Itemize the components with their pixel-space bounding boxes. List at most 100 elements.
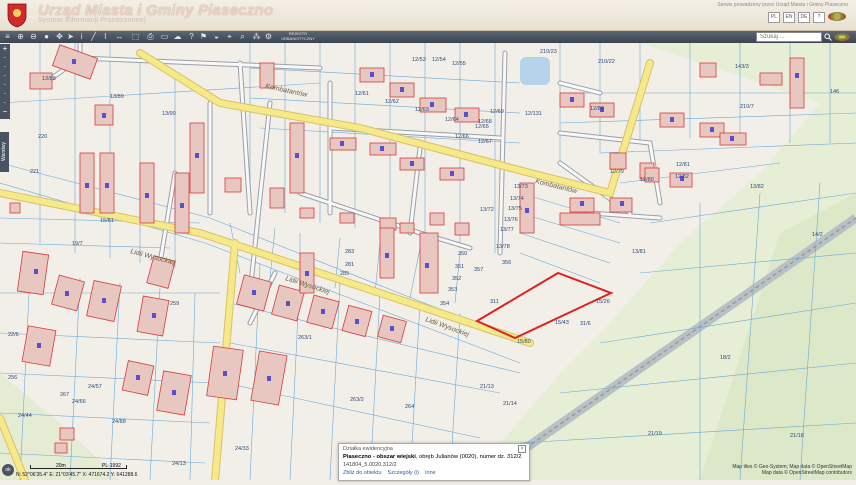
parcel-label: 12/80: [640, 177, 654, 183]
parcel-label: 143/3: [735, 64, 749, 70]
parcel-label: 21/14: [503, 401, 517, 407]
parcel-label: 24/44: [18, 413, 32, 419]
parcel-label: 256: [8, 375, 17, 381]
search-input[interactable]: [756, 32, 822, 42]
overview-map-icon[interactable]: ok: [2, 464, 14, 476]
parcel-label: 259: [170, 301, 179, 307]
parcel-label: 12/54: [432, 57, 446, 63]
parcel-label: 22/6: [8, 332, 19, 338]
parcel-label: 12/88: [590, 106, 604, 112]
parcel-label: 221: [30, 169, 39, 175]
parcel-label: 352: [452, 276, 461, 282]
pan-icon[interactable]: ✥: [55, 32, 64, 41]
map-canvas[interactable]: Kombatantów Lidii Wysockiej Lidii Wysock…: [0, 40, 856, 484]
zoom-minus-icon[interactable]: −: [0, 107, 10, 116]
help-icon[interactable]: ?: [813, 12, 825, 23]
zoom-tool-icon[interactable]: ⌕: [238, 32, 247, 41]
status-bar: ok 20m PL-1992 N: 52°06'35.4" E: 21°03'4…: [0, 462, 330, 480]
parcel-label: 15/43: [555, 320, 569, 326]
close-icon[interactable]: ×: [518, 445, 526, 453]
zoom-level-6[interactable]: ·: [0, 98, 10, 107]
lang-en-icon[interactable]: EN: [783, 12, 795, 23]
pointer-icon[interactable]: ➤: [66, 32, 75, 41]
zoom-out-icon[interactable]: ⊖: [29, 32, 38, 41]
popup-heading: Działka ewidencyjna: [343, 446, 393, 452]
parcel-label: 13/77: [500, 227, 514, 233]
zoom-to-object-link[interactable]: Zbliż do obiektu: [343, 470, 382, 476]
stamp-icon[interactable]: ◒: [212, 32, 221, 41]
parcel-label: 12/55: [452, 61, 466, 67]
parcel-label: 15/26: [596, 299, 610, 305]
parcel-label: 285: [340, 271, 349, 277]
parcel-label: 12/63: [415, 107, 429, 113]
help-tool-icon[interactable]: ?: [187, 32, 196, 41]
parcel-label: 281: [345, 262, 354, 268]
parcel-label: 15/80: [517, 339, 531, 345]
parcel-label: 311: [490, 299, 499, 305]
app-subtitle: System Informacji Przestrzennej: [38, 17, 146, 24]
share-icon[interactable]: ⁂: [252, 32, 261, 41]
bookmark-icon[interactable]: ⚑: [199, 32, 208, 41]
scale-label: 20m: [56, 463, 66, 469]
globe-icon: [828, 12, 846, 21]
lang-de-icon[interactable]: DE: [798, 12, 810, 23]
parcel-label: 12/66: [455, 134, 469, 140]
parcel-label: 13/75: [508, 206, 522, 212]
measure-line-icon[interactable]: ╱: [89, 32, 98, 41]
parcel-label: 24/88: [112, 419, 126, 425]
popup-area: Piaseczno - obszar wiejski: [343, 454, 416, 460]
zoom-level-2[interactable]: ·: [0, 62, 10, 71]
layers-panel-tab[interactable]: Warstwy: [0, 132, 9, 172]
zoom-level-1[interactable]: ·: [0, 53, 10, 62]
zoom-plus-icon[interactable]: +: [0, 44, 10, 53]
parcel-label: 357: [474, 267, 483, 273]
projection-select[interactable]: PL-1992: [102, 463, 121, 469]
lang-pl-icon[interactable]: PL: [768, 12, 780, 23]
other-link[interactable]: Inne: [425, 470, 436, 476]
arrows-icon[interactable]: ↔: [115, 32, 124, 41]
cloud-icon[interactable]: ☁: [173, 32, 182, 41]
zoom-level-5[interactable]: ·: [0, 89, 10, 98]
folder-icon[interactable]: ▭: [160, 32, 169, 41]
layers-icon[interactable]: ≡: [3, 32, 12, 41]
parcel-label: 283: [345, 249, 354, 255]
globe-extent-icon[interactable]: ●: [42, 32, 51, 41]
gps-icon[interactable]: ⌖: [225, 32, 234, 41]
parcel-label: 13/73: [514, 184, 528, 190]
parcel-label: 12/82: [675, 174, 689, 180]
print-icon[interactable]: ⎙: [146, 32, 155, 41]
parcel-label: 13/81: [632, 249, 646, 255]
parcel-label: 350: [458, 251, 467, 257]
zoom-level-3[interactable]: ·: [0, 71, 10, 80]
parcel-label: 13/82: [750, 184, 764, 190]
details-link[interactable]: Szczegóły (i): [388, 470, 419, 476]
cog-icon[interactable]: ⚙: [264, 32, 273, 41]
basemap-switch-icon[interactable]: [834, 33, 850, 41]
coordinates-readout: N: 52°06'35.4" E: 21°03'45.7" X: 471674.…: [16, 472, 138, 478]
map-svg[interactable]: Kombatantów Lidii Wysockiej Lidii Wysock…: [0, 40, 856, 484]
info-icon[interactable]: i: [77, 32, 86, 41]
parcel-label: 13/78: [496, 244, 510, 250]
parcel-label: 12/53: [412, 57, 426, 63]
parcel-label: 267: [60, 392, 69, 398]
parcel-label: 12/68: [478, 119, 492, 125]
parcel-label: 12/61: [355, 91, 369, 97]
parcel-label: 12/79: [610, 169, 624, 175]
parcel-label: 354: [440, 301, 449, 307]
zoom-level-4[interactable]: ·: [0, 80, 10, 89]
parcel-label: 146: [830, 89, 839, 95]
parcel-label: 210/23: [540, 49, 557, 55]
parcel-label: 12/62: [385, 99, 399, 105]
search-icon[interactable]: [824, 33, 832, 41]
parcel-label: 351: [455, 264, 464, 270]
select-icon[interactable]: ⬚: [131, 32, 140, 41]
zoom-in-icon[interactable]: ⊕: [16, 32, 25, 41]
parcel-label: 356: [502, 260, 511, 266]
rejestr-urbanistyczny-button[interactable]: REJESTR URBANISTYCZNY: [278, 31, 318, 41]
parcel-label: 12/69: [490, 109, 504, 115]
parcel-label: 12/131: [525, 111, 542, 117]
city-crest-icon: [7, 3, 27, 28]
measure-area-icon[interactable]: ⌇: [101, 32, 110, 41]
parcel-label: 31/6: [580, 321, 591, 327]
zoom-panel: + · · · · · · −: [0, 44, 10, 119]
